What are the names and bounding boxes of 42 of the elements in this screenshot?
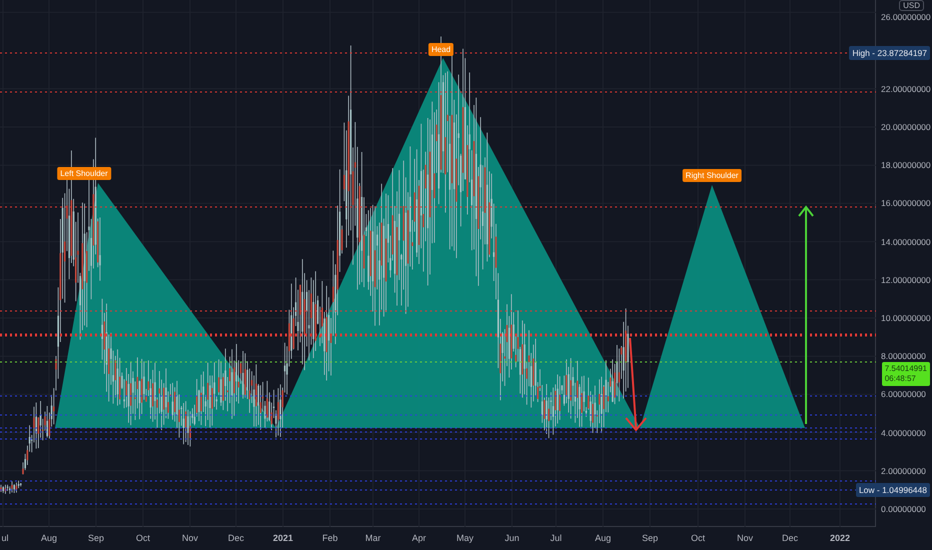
time-tick-label: Mar <box>365 533 381 543</box>
time-tick-label: Aug <box>41 533 57 543</box>
time-tick-label: Nov <box>182 533 198 543</box>
currency-label[interactable]: USD <box>899 0 924 11</box>
low-price-badge: Low - 1.04996448 <box>856 483 930 497</box>
time-tick-label: 2021 <box>272 533 294 543</box>
price-tick-label: 8.00000000 <box>881 351 926 362</box>
price-tick-label: 16.00000000 <box>881 198 931 208</box>
price-tick-label: 22.00000000 <box>881 84 931 94</box>
high-price-badge: High - 23.87284197 <box>849 46 930 60</box>
price-tick-label: 10.00000000 <box>881 313 931 323</box>
time-tick-label: Jul <box>550 533 562 543</box>
up-arrow-icon <box>798 205 814 425</box>
time-tick-label: May <box>456 533 474 543</box>
time-tick-label: ul <box>2 533 8 543</box>
time-tick-label: Sep <box>642 533 658 543</box>
time-tick-label: 2022 <box>830 533 850 543</box>
time-tick-label: Jun <box>504 533 520 543</box>
pattern-label: Head <box>428 43 454 56</box>
time-tick-label: Oct <box>691 533 705 543</box>
price-tick-label: 6.00000000 <box>881 389 926 400</box>
price-tick-label: 20.00000000 <box>881 122 931 132</box>
bar-countdown: 06:48:57 <box>884 374 917 384</box>
pattern-label: Right Shoulder <box>682 169 742 182</box>
pattern-label: Left Shoulder <box>57 167 111 180</box>
last-price-value: 7.54014991 <box>884 364 927 374</box>
price-tick-label: 4.00000000 <box>881 428 926 438</box>
time-tick-label: Aug <box>595 533 611 543</box>
price-tick-label: 18.00000000 <box>881 160 931 170</box>
time-tick-label: Feb <box>322 533 338 543</box>
time-tick-label: Dec <box>228 533 244 543</box>
price-tick-label: 14.00000000 <box>881 236 931 247</box>
price-tick-label: 0.00000000 <box>881 504 926 514</box>
price-tick-label: 26.00000000 <box>881 12 931 22</box>
down-arrow-icon <box>625 337 647 432</box>
time-tick-label: Nov <box>737 533 753 543</box>
time-tick-label: Apr <box>412 533 426 543</box>
time-tick-label: Sep <box>88 533 104 543</box>
time-tick-label: Oct <box>136 533 150 543</box>
price-tick-label: 12.00000000 <box>881 274 931 285</box>
price-tick-label: 2.00000000 <box>881 466 926 476</box>
time-tick-label: Dec <box>782 533 798 543</box>
